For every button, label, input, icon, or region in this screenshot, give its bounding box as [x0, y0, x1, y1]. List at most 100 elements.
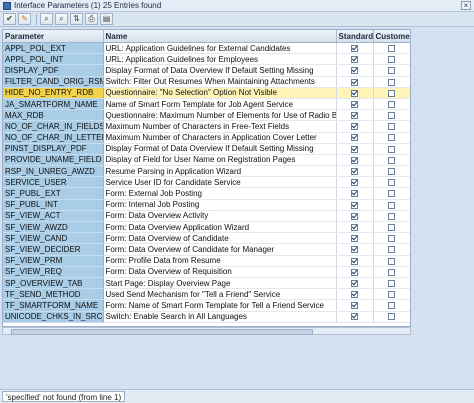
table-row[interactable]: SF_VIEW_PRM Form: Profile Data from Resum… [3, 255, 410, 267]
standard-checkbox[interactable] [351, 134, 358, 142]
name-cell[interactable]: Start Page: Display Overview Page [103, 277, 337, 290]
customer-checkbox[interactable] [388, 168, 395, 176]
customer-checkbox[interactable] [388, 291, 395, 299]
table-row[interactable]: FILTER_CAND_ORIG_RSM Switch: Filter Out R… [3, 76, 410, 88]
name-cell[interactable]: Form: Data Overview of Candidate [103, 232, 337, 245]
table-row[interactable]: TF_SEND_METHOD Used Send Mechanism for "T… [3, 288, 410, 301]
parameter-cell[interactable]: SF_PUBL_INT [3, 199, 104, 211]
table-row[interactable]: NO_OF_CHAR_IN_LETTER Maximum Number of Ch… [3, 132, 410, 144]
standard-checkbox[interactable] [351, 212, 358, 220]
customer-checkbox[interactable] [388, 302, 395, 310]
table-row[interactable]: NO_OF_CHAR_IN_FIELDS Maximum Number of Ch… [3, 120, 410, 133]
column-header-standard[interactable]: Standard [336, 30, 374, 43]
customer-checkbox[interactable] [388, 100, 395, 108]
standard-checkbox[interactable] [351, 246, 358, 254]
parameter-cell[interactable]: APPL_POL_INT [3, 53, 104, 66]
name-cell[interactable]: Used Send Mechanism for "Tell a Friend" … [103, 288, 337, 301]
standard-checkbox[interactable] [351, 235, 358, 243]
parameter-cell[interactable]: TF_SEND_METHOD [3, 288, 104, 301]
table-row[interactable]: SF_VIEW_AWZD Form: Data Overview Applicat… [3, 221, 410, 234]
standard-checkbox[interactable] [351, 56, 358, 64]
table-row[interactable]: SF_VIEW_DECIDER Form: Data Overview of Ca… [3, 243, 410, 256]
column-header-customer[interactable]: Customer [373, 30, 410, 43]
name-cell[interactable]: Display Format of Data Overview If Defau… [103, 64, 337, 77]
export-icon[interactable]: ▤ [100, 13, 113, 25]
standard-checkbox[interactable] [351, 100, 358, 108]
name-cell[interactable]: Maximum Number of Characters in Free-Tex… [103, 120, 337, 133]
column-header-parameter[interactable]: Parameter [3, 30, 104, 43]
horizontal-scrollbar[interactable] [2, 327, 411, 335]
customer-checkbox[interactable] [388, 313, 395, 321]
close-icon[interactable]: × [461, 1, 471, 10]
parameter-cell[interactable]: SF_VIEW_AWZD [3, 221, 104, 234]
parameter-cell[interactable]: NO_OF_CHAR_IN_LETTER [3, 132, 104, 144]
customer-checkbox[interactable] [388, 235, 395, 243]
standard-checkbox[interactable] [351, 313, 358, 321]
parameter-cell[interactable]: FILTER_CAND_ORIG_RSM [3, 76, 104, 88]
standard-checkbox[interactable] [351, 156, 358, 164]
name-cell[interactable]: URL: Application Guidelines for External… [103, 42, 337, 55]
table-row[interactable]: PROVIDE_UNAME_FIELD Display of Field for … [3, 154, 410, 167]
name-cell[interactable]: Name of Smart Form Template for Job Agen… [103, 98, 337, 111]
table-row[interactable]: SF_VIEW_ACT Form: Data Overview Activity [3, 210, 410, 223]
standard-checkbox[interactable] [351, 268, 358, 276]
table-row[interactable]: DISPLAY_PDF Display Format of Data Overvi… [3, 64, 410, 77]
parameter-cell[interactable]: APPL_POL_EXT [3, 42, 104, 55]
name-cell[interactable]: Switch: Filter Out Resumes When Maintain… [103, 76, 337, 88]
parameter-cell[interactable]: PROVIDE_UNAME_FIELD [3, 154, 104, 167]
standard-checkbox[interactable] [351, 112, 358, 120]
table-row[interactable]: JA_SMARTFORM_NAME Name of Smart Form Temp… [3, 98, 410, 111]
standard-checkbox[interactable] [351, 67, 358, 75]
customer-checkbox[interactable] [388, 78, 395, 86]
customer-checkbox[interactable] [388, 179, 395, 187]
table-row[interactable]: SF_PUBL_EXT Form: External Job Posting [3, 187, 410, 200]
name-cell[interactable]: Form: External Job Posting [103, 187, 337, 200]
parameter-cell[interactable]: NO_OF_CHAR_IN_FIELDS [3, 120, 104, 133]
name-cell[interactable]: Form: Data Overview of Candidate for Man… [103, 243, 337, 256]
standard-checkbox[interactable] [351, 302, 358, 310]
customer-checkbox[interactable] [388, 56, 395, 64]
table-row[interactable]: SF_VIEW_REQ Form: Data Overview of Requis… [3, 266, 410, 278]
table-row[interactable]: PINST_DISPLAY_PDF Display Format of Data … [3, 143, 410, 155]
name-cell[interactable]: Display Format of Data Overview If Defau… [103, 143, 337, 155]
find-next-icon[interactable]: ⌕ [55, 13, 68, 25]
standard-checkbox[interactable] [351, 89, 358, 97]
standard-checkbox[interactable] [351, 201, 358, 209]
table-row[interactable]: HIDE_NO_ENTRY_RDB Questionnaire: "No Sele… [3, 87, 410, 99]
pencil-icon[interactable]: ✎ [18, 13, 31, 25]
parameter-cell[interactable]: JA_SMARTFORM_NAME [3, 98, 104, 111]
name-cell[interactable]: Form: Data Overview Activity [103, 210, 337, 223]
standard-checkbox[interactable] [351, 145, 358, 153]
standard-checkbox[interactable] [351, 179, 358, 187]
customer-checkbox[interactable] [388, 268, 395, 276]
standard-checkbox[interactable] [351, 279, 358, 287]
parameter-cell[interactable]: SF_VIEW_ACT [3, 210, 104, 223]
name-cell[interactable]: Questionnaire: Maximum Number of Element… [103, 109, 337, 122]
print-icon[interactable]: ⎙ [85, 13, 98, 25]
table-row[interactable]: SF_PUBL_INT Form: Internal Job Posting [3, 199, 410, 211]
scrollbar-thumb[interactable] [11, 329, 313, 335]
table-row[interactable]: TF_SMARTFORM_NAME Form: Name of Smart For… [3, 299, 410, 312]
parameter-cell[interactable]: SP_OVERVIEW_TAB [3, 277, 104, 290]
customer-checkbox[interactable] [388, 257, 395, 265]
customer-checkbox[interactable] [388, 212, 395, 220]
standard-checkbox[interactable] [351, 123, 358, 131]
parameter-cell[interactable]: MAX_RDB [3, 109, 104, 122]
customer-checkbox[interactable] [388, 246, 395, 254]
sort-ascending-icon[interactable]: ⇅ [70, 13, 83, 25]
customer-checkbox[interactable] [388, 89, 395, 97]
name-cell[interactable]: Form: Profile Data from Resume [103, 255, 337, 267]
name-cell[interactable]: Form: Data Overview of Requisition [103, 266, 337, 278]
column-header-name[interactable]: Name [103, 30, 337, 43]
customer-checkbox[interactable] [388, 123, 395, 131]
table-row[interactable]: UNICODE_CHKS_IN_SRCH Switch: Enable Searc… [3, 311, 410, 323]
check-icon[interactable]: ✔ [3, 13, 16, 25]
parameter-cell[interactable]: SF_VIEW_DECIDER [3, 243, 104, 256]
name-cell[interactable]: Form: Internal Job Posting [103, 199, 337, 211]
customer-checkbox[interactable] [388, 201, 395, 209]
name-cell[interactable]: Form: Data Overview Application Wizard [103, 221, 337, 234]
parameter-cell[interactable]: PINST_DISPLAY_PDF [3, 143, 104, 155]
customer-checkbox[interactable] [388, 279, 395, 287]
customer-checkbox[interactable] [388, 44, 395, 52]
standard-checkbox[interactable] [351, 223, 358, 231]
